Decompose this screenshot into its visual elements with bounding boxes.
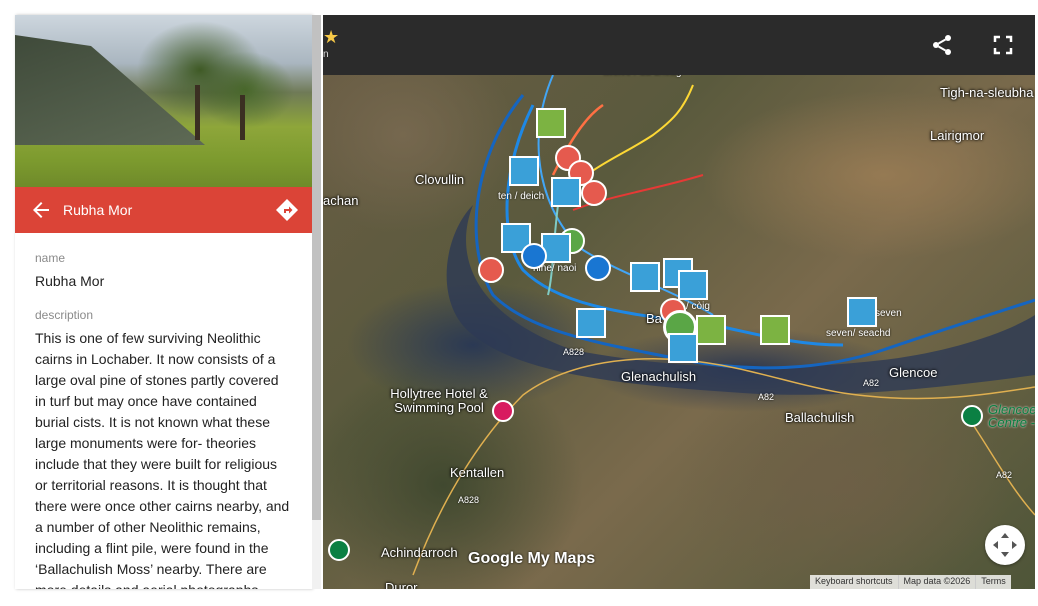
location-marker-icon[interactable] [521,243,547,269]
heron-marker-icon[interactable] [678,270,708,300]
heron-marker-icon[interactable] [509,156,539,186]
hotel-marker-icon[interactable] [492,400,514,422]
castle-marker-icon[interactable] [536,108,566,138]
directions-icon[interactable] [275,198,299,222]
marker-label-seven: seven [875,308,902,319]
place-glencoe-centre: Glencoe Centre - [988,402,1035,430]
heron-marker-icon[interactable] [576,308,606,338]
castle-marker-icon[interactable] [760,315,790,345]
name-value: Rubha Mor [35,273,105,289]
panel-header: Rubha Mor [15,187,312,233]
place-duror: Duror [385,580,418,589]
heron-marker-icon[interactable] [630,262,660,292]
place-lairigmor: Lairigmor [930,128,985,143]
heron-marker-icon[interactable] [668,333,698,363]
road-label-a828: A828 [563,347,585,357]
map-top-bar: ★ n [323,15,1035,75]
star-icon[interactable]: ★ [323,27,339,48]
road-label-a82: A82 [863,378,880,388]
marker-label-seven-seachd: seven/ seachd [826,328,891,339]
map-subtitle: n [323,49,329,60]
heron-marker-icon[interactable] [551,177,581,207]
place-tigh-na-sleubha: Tigh-na-sleubha [940,85,1034,100]
photo-mountain [15,35,205,145]
park-marker-icon[interactable] [328,539,350,561]
heron-marker-icon[interactable] [847,297,877,327]
marker-label-ten: ten / deich [498,191,545,202]
name-label: name [35,251,66,265]
google-my-maps-logo: Google My Maps [468,550,596,567]
description-label: description [35,308,94,322]
description-value: This is one of few surviving Neolithic c… [35,330,290,589]
fullscreen-icon[interactable] [991,33,1015,57]
road-label-a82: A82 [996,470,1013,480]
place-clovullin: Clovullin [415,172,465,187]
place-kentallen: Kentallen [450,465,505,480]
place-details: name Rubha Mor description This is one o… [35,251,293,589]
panel-title: Rubha Mor [63,202,133,218]
place-hollytree-hotel: Hollytree Hotel & Swimming Pool [390,386,488,415]
castle-marker-icon[interactable] [696,315,726,345]
photo-tree-trunk [240,95,245,140]
camera-marker-icon[interactable] [581,180,607,206]
place-achan: achan [323,193,359,208]
place-glenachulish: Glenachulish [621,369,697,384]
place-detail-panel: Rubha Mor name Rubha Mor description Thi… [15,15,312,589]
location-control-button[interactable] [985,525,1025,565]
marker-label-coig: / còig [686,301,710,312]
back-arrow-icon[interactable] [29,198,53,222]
road-label-a828: A828 [458,495,480,505]
place-achindarroch: Achindarroch [381,545,458,560]
crosshair-icon [993,533,1017,557]
place-glencoe: Glencoe [889,365,938,380]
map-data-text: Map data ©2026 [897,575,976,589]
camera-marker-icon[interactable] [478,257,504,283]
place-ballachulish: Ballachulish [785,410,855,425]
map-canvas[interactable]: Tigh-na-sleubha Lairigmor Clovullin acha… [323,15,1035,589]
keyboard-shortcuts-link[interactable]: Keyboard shortcuts [810,575,898,589]
share-icon[interactable] [930,33,954,57]
panel-scrollbar-thumb[interactable] [312,15,321,520]
photo-tree-trunk [195,85,200,140]
road-label-a82: A82 [758,392,775,402]
tree-marker-icon[interactable] [961,405,983,427]
place-photo [15,15,312,187]
bus-marker-icon[interactable] [585,255,611,281]
terms-link[interactable]: Terms [975,575,1011,589]
map-attribution: Keyboard shortcuts Map data ©2026 Terms [810,575,1011,589]
